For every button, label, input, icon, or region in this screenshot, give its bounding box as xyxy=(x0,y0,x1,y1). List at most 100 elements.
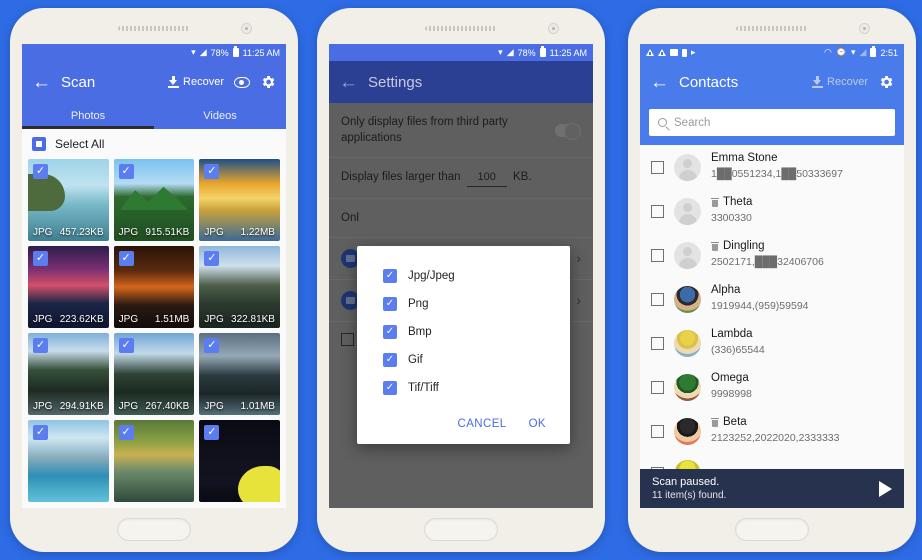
format-checkbox[interactable]: ✓ xyxy=(383,297,397,311)
format-checkbox[interactable]: ✓ xyxy=(383,325,397,339)
photo-cell[interactable]: ✓ xyxy=(199,420,280,502)
photo-type: JPG xyxy=(118,313,139,325)
scan-status-text: Scan paused. 11 item(s) found. xyxy=(652,476,879,501)
contact-row[interactable]: Omega 9998998 xyxy=(640,365,904,409)
page-title: Scan xyxy=(61,73,96,91)
contact-name: Lambda xyxy=(711,328,753,340)
photo-checkbox[interactable]: ✓ xyxy=(33,425,48,440)
photo-checkbox[interactable]: ✓ xyxy=(118,338,134,353)
photo-checkbox[interactable]: ✓ xyxy=(118,425,134,440)
key-icon: ⌚ xyxy=(835,47,848,57)
photo-cell[interactable]: ✓ JPG 1.51MB xyxy=(113,246,195,328)
contact-checkbox[interactable] xyxy=(651,380,664,394)
photo-type: JPG xyxy=(33,313,53,325)
dialog-option-row[interactable]: ✓ Bmp xyxy=(357,318,570,346)
battery-icon xyxy=(232,46,239,57)
photo-meta: JPG 322.81KB xyxy=(199,310,280,328)
photo-checkbox[interactable]: ✓ xyxy=(204,164,220,179)
gear-icon[interactable] xyxy=(260,74,276,90)
contact-checkbox[interactable] xyxy=(651,424,664,438)
home-button[interactable] xyxy=(424,518,498,541)
screen-scan: ▾ ◢ 78% 11:25 AM ← Scan Recover Photos V… xyxy=(22,44,286,508)
gear-icon[interactable] xyxy=(878,74,894,90)
back-arrow-icon[interactable]: ← xyxy=(32,73,51,92)
photo-cell[interactable]: ✓ xyxy=(28,420,109,502)
photo-checkbox[interactable]: ✓ xyxy=(33,338,48,353)
recover-button[interactable]: Recover xyxy=(168,76,224,88)
tab-photos[interactable]: Photos xyxy=(22,103,154,129)
search-input[interactable]: Search xyxy=(649,109,895,136)
home-button[interactable] xyxy=(735,518,809,541)
contact-name-row: Omega xyxy=(711,372,893,384)
dialog-option-row[interactable]: ✓ Tif/Tiff xyxy=(357,374,570,402)
format-checkbox[interactable]: ✓ xyxy=(383,381,397,395)
format-checkbox[interactable]: ✓ xyxy=(383,353,397,367)
contact-row[interactable]: Emma Stone 1██0551234,1██50333697 xyxy=(640,145,904,189)
search-bar-container: Search xyxy=(640,103,904,145)
earpiece-speaker xyxy=(118,26,190,31)
dialog-option-row[interactable]: ✓ Gif xyxy=(357,346,570,374)
photo-checkbox[interactable]: ✓ xyxy=(118,164,134,179)
photo-meta: JPG 1.22MB xyxy=(199,223,280,241)
contact-name: Emma Stone xyxy=(711,152,778,164)
cancel-button[interactable]: CANCEL xyxy=(458,418,507,430)
photo-checkbox[interactable]: ✓ xyxy=(204,425,220,440)
contact-row[interactable]: Alpha 1919944,(959)59594 xyxy=(640,277,904,321)
sim-icon xyxy=(682,48,687,57)
battery-percent: 78% xyxy=(517,47,536,58)
contact-name-row: Lambda xyxy=(711,328,893,340)
back-arrow-icon[interactable]: ← xyxy=(339,73,358,92)
photo-cell[interactable]: ✓ JPG 915.51KB xyxy=(113,159,195,241)
contact-checkbox[interactable] xyxy=(651,204,664,218)
photo-cell[interactable]: ✓ xyxy=(113,420,195,502)
play-icon[interactable] xyxy=(879,480,892,497)
photo-checkbox[interactable]: ✓ xyxy=(33,251,48,266)
app-bar-scan: ← Scan Recover xyxy=(22,61,286,103)
photo-meta: JPG 267.40KB xyxy=(114,397,195,415)
contact-checkbox[interactable] xyxy=(651,160,664,174)
contact-name: Dingling xyxy=(723,240,765,252)
contact-checkbox[interactable] xyxy=(651,248,664,262)
recover-button[interactable]: Recover xyxy=(812,76,868,88)
photo-cell[interactable]: ✓ JPG 223.62KB xyxy=(28,246,109,328)
tab-videos[interactable]: Videos xyxy=(154,103,286,129)
dialog-option-row[interactable]: ✓ Png xyxy=(357,290,570,318)
contact-row[interactable]: Dingling 2502171,███32406706 xyxy=(640,233,904,277)
photo-cell[interactable]: ✓ JPG 267.40KB xyxy=(113,333,195,415)
photo-checkbox[interactable]: ✓ xyxy=(118,251,134,266)
contact-row[interactable]: Lambda (336)65544 xyxy=(640,321,904,365)
home-button[interactable] xyxy=(117,518,191,541)
front-camera xyxy=(859,23,870,34)
photo-checkbox[interactable]: ✓ xyxy=(33,164,48,179)
front-camera xyxy=(241,23,252,34)
select-all-row[interactable]: Select All xyxy=(22,129,286,159)
dialog-option-row[interactable]: ✓ Jpg/Jpeg xyxy=(357,262,570,290)
eye-icon[interactable] xyxy=(234,76,250,88)
photo-checkbox[interactable]: ✓ xyxy=(204,338,220,353)
photo-size: 294.91KB xyxy=(59,400,104,412)
photo-type: JPG xyxy=(118,226,139,238)
battery-icon xyxy=(539,46,546,57)
contact-row[interactable]: Theta 3300330 xyxy=(640,189,904,233)
photo-checkbox[interactable]: ✓ xyxy=(204,251,220,266)
back-arrow-icon[interactable]: ← xyxy=(650,73,669,92)
photo-cell[interactable]: ✓ JPG 294.91KB xyxy=(28,333,109,415)
scan-status-bar: Scan paused. 11 item(s) found. xyxy=(640,469,904,508)
ok-button[interactable]: OK xyxy=(529,418,546,430)
battery-icon xyxy=(870,46,877,57)
earpiece-speaker xyxy=(425,26,497,31)
screen-settings: ▾ ◢ 78% 11:25 AM ← Settings Only display… xyxy=(329,44,593,508)
format-checkbox[interactable]: ✓ xyxy=(383,269,397,283)
settings-content: Only display files from third party appl… xyxy=(329,103,593,508)
contact-row[interactable]: Beta 2123252,2022020,2333333 xyxy=(640,409,904,453)
avatar xyxy=(674,373,701,401)
photo-cell[interactable]: ✓ JPG 457.23KB xyxy=(28,159,109,241)
photo-cell[interactable]: ✓ JPG 1.22MB xyxy=(199,159,280,241)
photo-cell[interactable]: ✓ JPG 1.01MB xyxy=(199,333,280,415)
contact-info: Lambda (336)65544 xyxy=(711,328,893,358)
contact-checkbox[interactable] xyxy=(651,292,664,306)
contact-checkbox[interactable] xyxy=(651,336,664,350)
status-clock: 11:25 AM xyxy=(549,47,587,58)
photo-cell[interactable]: ✓ JPG 322.81KB xyxy=(199,246,280,328)
select-all-checkbox[interactable] xyxy=(32,137,46,151)
